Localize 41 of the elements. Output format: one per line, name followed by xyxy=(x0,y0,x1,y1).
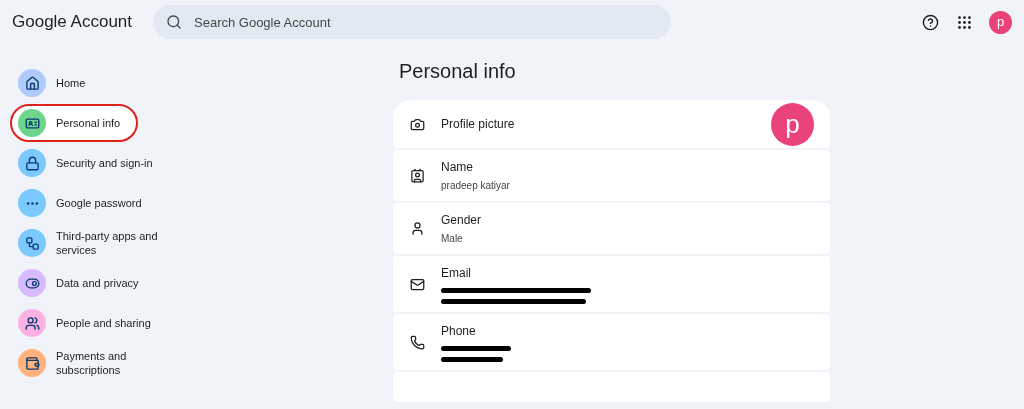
nav-label: Third-party apps and services xyxy=(56,229,159,257)
nav-item[interactable]: Third-party apps and services xyxy=(12,226,192,260)
account-avatar[interactable]: p xyxy=(989,10,1012,34)
nav-label: People and sharing xyxy=(56,316,151,330)
help-icon[interactable] xyxy=(922,13,939,31)
nav-item[interactable]: Payments and subscriptions xyxy=(12,346,192,380)
info-row[interactable]: Name pradeep katiyar xyxy=(393,150,830,201)
nav-item[interactable]: People and sharing xyxy=(12,306,167,340)
nav-item[interactable]: Data and privacy xyxy=(12,266,155,300)
row-label: Profile picture xyxy=(441,116,516,133)
search-field[interactable]: Search Google Account xyxy=(153,5,671,39)
row-label: Name xyxy=(441,159,474,176)
person-icon xyxy=(409,220,425,237)
search-icon xyxy=(166,14,182,30)
apps-grid-icon[interactable] xyxy=(956,13,973,31)
phone-icon xyxy=(409,334,425,350)
nav-label: Google password xyxy=(56,196,142,210)
nav-label: Home xyxy=(56,76,86,90)
row-label: Phone xyxy=(441,323,477,340)
contact-card-icon xyxy=(409,167,425,184)
info-row[interactable]: Gender Male xyxy=(393,203,830,254)
nav-label: Payments and subscriptions xyxy=(56,349,128,377)
info-row[interactable]: Phone xyxy=(393,314,830,370)
app-logo[interactable]: Google Account xyxy=(12,9,153,35)
nav-item[interactable]: Google password xyxy=(12,186,158,220)
info-row[interactable]: Profile picture p xyxy=(393,100,830,148)
nav-item[interactable]: Home xyxy=(12,66,102,100)
page-title: Personal info xyxy=(399,59,517,84)
nav-label: Security and sign-in xyxy=(56,156,153,170)
row-value: pradeep katiyar xyxy=(441,179,511,193)
nav-item[interactable]: Security and sign-in xyxy=(12,146,169,180)
camera-icon xyxy=(409,116,425,132)
row-value: Male xyxy=(441,232,464,246)
row-label: Email xyxy=(441,265,472,282)
nav-label: Personal info xyxy=(56,116,121,130)
info-row[interactable]: Email xyxy=(393,256,830,312)
nav-label: Data and privacy xyxy=(56,276,139,290)
profile-avatar[interactable]: p xyxy=(771,102,814,146)
nav-item[interactable]: Personal info xyxy=(12,106,137,140)
mail-icon xyxy=(409,276,425,292)
row-label: Gender xyxy=(441,212,483,229)
